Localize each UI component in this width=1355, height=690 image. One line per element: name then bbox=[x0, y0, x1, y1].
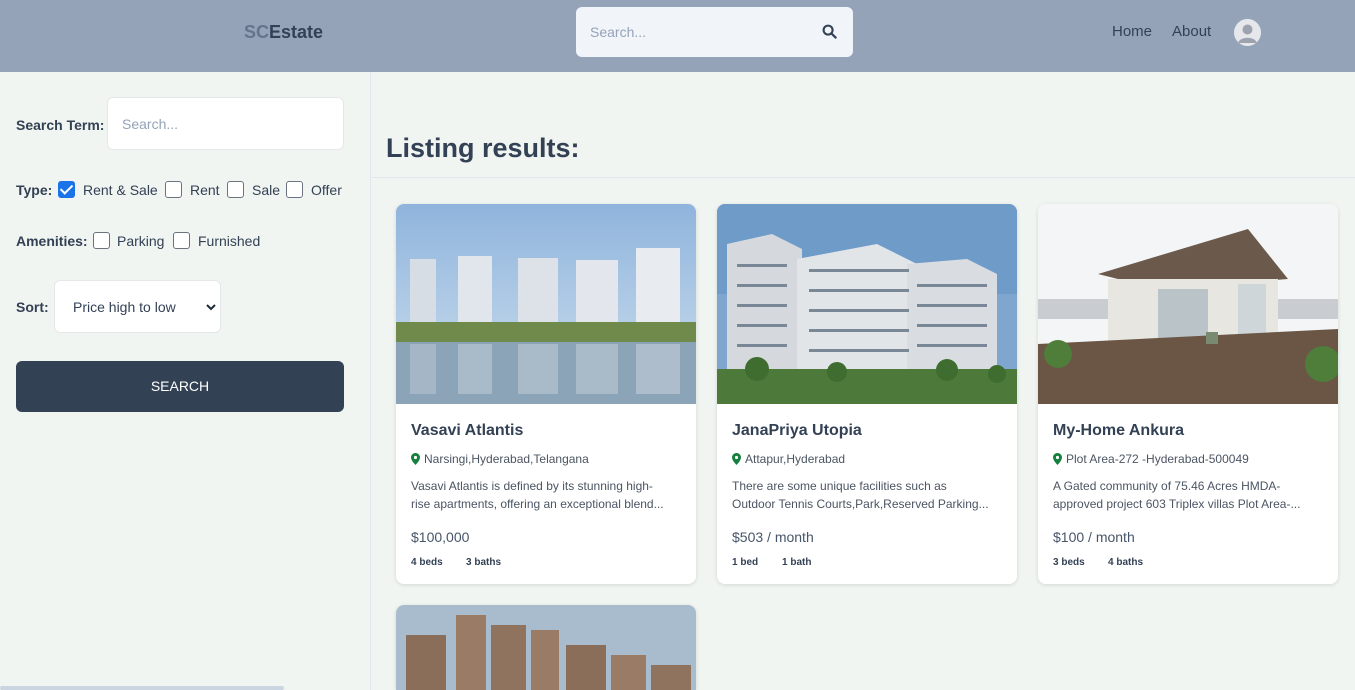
type-label: Type: bbox=[16, 182, 53, 198]
amenity-parking-label: Parking bbox=[117, 233, 165, 249]
listing-title: JanaPriya Utopia bbox=[732, 422, 862, 439]
amenity-parking-checkbox[interactable] bbox=[93, 232, 110, 249]
type-sale-label: Sale bbox=[252, 182, 281, 198]
listing-image bbox=[717, 204, 1017, 404]
top-header: SCEstate Home About bbox=[0, 0, 1355, 72]
sort-select[interactable]: Price high to low bbox=[54, 280, 221, 333]
chevron-down-icon bbox=[205, 300, 217, 318]
listing-location-text: Narsingi,Hyderabad,Telangana bbox=[424, 452, 589, 466]
sort-label: Sort: bbox=[16, 299, 49, 315]
nav-about-link[interactable]: About bbox=[1172, 23, 1211, 40]
location-pin-icon bbox=[411, 453, 420, 468]
sort-selected-value: Price high to low bbox=[73, 299, 176, 315]
listing-image bbox=[396, 605, 696, 690]
listing-card[interactable]: JanaPriya Utopia Attapur,Hyderabad There… bbox=[717, 204, 1017, 584]
type-rent-checkbox[interactable] bbox=[165, 181, 182, 198]
listing-description-line: approved project 603 Triplex villas Plot… bbox=[1053, 497, 1301, 511]
logo-suffix: Estate bbox=[269, 22, 324, 42]
listing-image bbox=[1038, 204, 1338, 404]
search-term-label: Search Term: bbox=[16, 117, 105, 133]
page-title: Listing results: bbox=[386, 133, 580, 163]
listing-description: Vasavi Atlantis is defined by its stunni… bbox=[411, 477, 683, 513]
type-rent-label: Rent bbox=[190, 182, 220, 198]
listing-card[interactable] bbox=[396, 605, 696, 690]
listing-title: Vasavi Atlantis bbox=[411, 422, 524, 439]
listing-price: $503 / month bbox=[732, 529, 814, 545]
title-divider bbox=[371, 177, 1355, 178]
horizontal-scrollbar[interactable] bbox=[0, 686, 284, 690]
amenity-furnished-checkbox[interactable] bbox=[173, 232, 190, 249]
search-term-input[interactable] bbox=[107, 97, 344, 150]
listing-beds: 4 beds bbox=[411, 557, 443, 568]
listing-card[interactable]: Vasavi Atlantis Narsingi,Hyderabad,Telan… bbox=[396, 204, 696, 584]
type-offer-checkbox[interactable] bbox=[286, 181, 303, 198]
type-rent-sale-label: Rent & Sale bbox=[83, 182, 158, 198]
listing-description-line: There are some unique facilities such as bbox=[732, 479, 947, 493]
amenity-furnished-label: Furnished bbox=[198, 233, 261, 249]
listing-beds: 3 beds bbox=[1053, 557, 1085, 568]
logo-prefix: SC bbox=[244, 22, 270, 42]
location-pin-icon bbox=[732, 453, 741, 468]
listing-description-line: A Gated community of 75.46 Acres HMDA- bbox=[1053, 479, 1281, 493]
listing-description: There are some unique facilities such as… bbox=[732, 477, 1004, 513]
listing-location-text: Attapur,Hyderabad bbox=[745, 452, 846, 466]
listing-baths: 4 baths bbox=[1108, 557, 1144, 568]
listing-beds: 1 bed bbox=[732, 557, 759, 568]
type-sale-checkbox[interactable] bbox=[227, 181, 244, 198]
listing-location: Narsingi,Hyderabad,Telangana bbox=[411, 452, 589, 468]
listing-price: $100,000 bbox=[411, 529, 470, 545]
header-search-box bbox=[576, 7, 853, 57]
listing-description: A Gated community of 75.46 Acres HMDA- a… bbox=[1053, 477, 1325, 513]
site-logo[interactable]: SCEstate bbox=[244, 22, 323, 43]
listing-description-line: Vasavi Atlantis is defined by its stunni… bbox=[411, 479, 653, 493]
listing-baths: 1 bath bbox=[782, 557, 812, 568]
listing-image bbox=[396, 204, 696, 404]
amenities-label: Amenities: bbox=[16, 233, 88, 249]
listing-description-line: Outdoor Tennis Courts,Park,Reserved Park… bbox=[732, 497, 989, 511]
listing-price: $100 / month bbox=[1053, 529, 1135, 545]
listing-baths: 3 baths bbox=[466, 557, 502, 568]
location-pin-icon bbox=[1053, 453, 1062, 468]
search-icon[interactable] bbox=[822, 24, 837, 44]
user-avatar-icon[interactable] bbox=[1234, 19, 1261, 46]
search-button[interactable]: SEARCH bbox=[16, 361, 344, 412]
nav-home-link[interactable]: Home bbox=[1112, 23, 1152, 40]
listing-location-text: Plot Area-272 -Hyderabad-500049 bbox=[1066, 452, 1249, 466]
listing-location: Attapur,Hyderabad bbox=[732, 452, 845, 468]
type-rent-sale-checkbox[interactable] bbox=[58, 181, 75, 198]
listing-location: Plot Area-272 -Hyderabad-500049 bbox=[1053, 452, 1249, 468]
listing-description-line: rise apartments, offering an exceptional… bbox=[411, 497, 664, 511]
listing-card[interactable]: My-Home Ankura Plot Area-272 -Hyderabad-… bbox=[1038, 204, 1338, 584]
listing-title: My-Home Ankura bbox=[1053, 422, 1184, 439]
type-offer-label: Offer bbox=[311, 182, 342, 198]
header-search-input[interactable] bbox=[590, 20, 810, 44]
